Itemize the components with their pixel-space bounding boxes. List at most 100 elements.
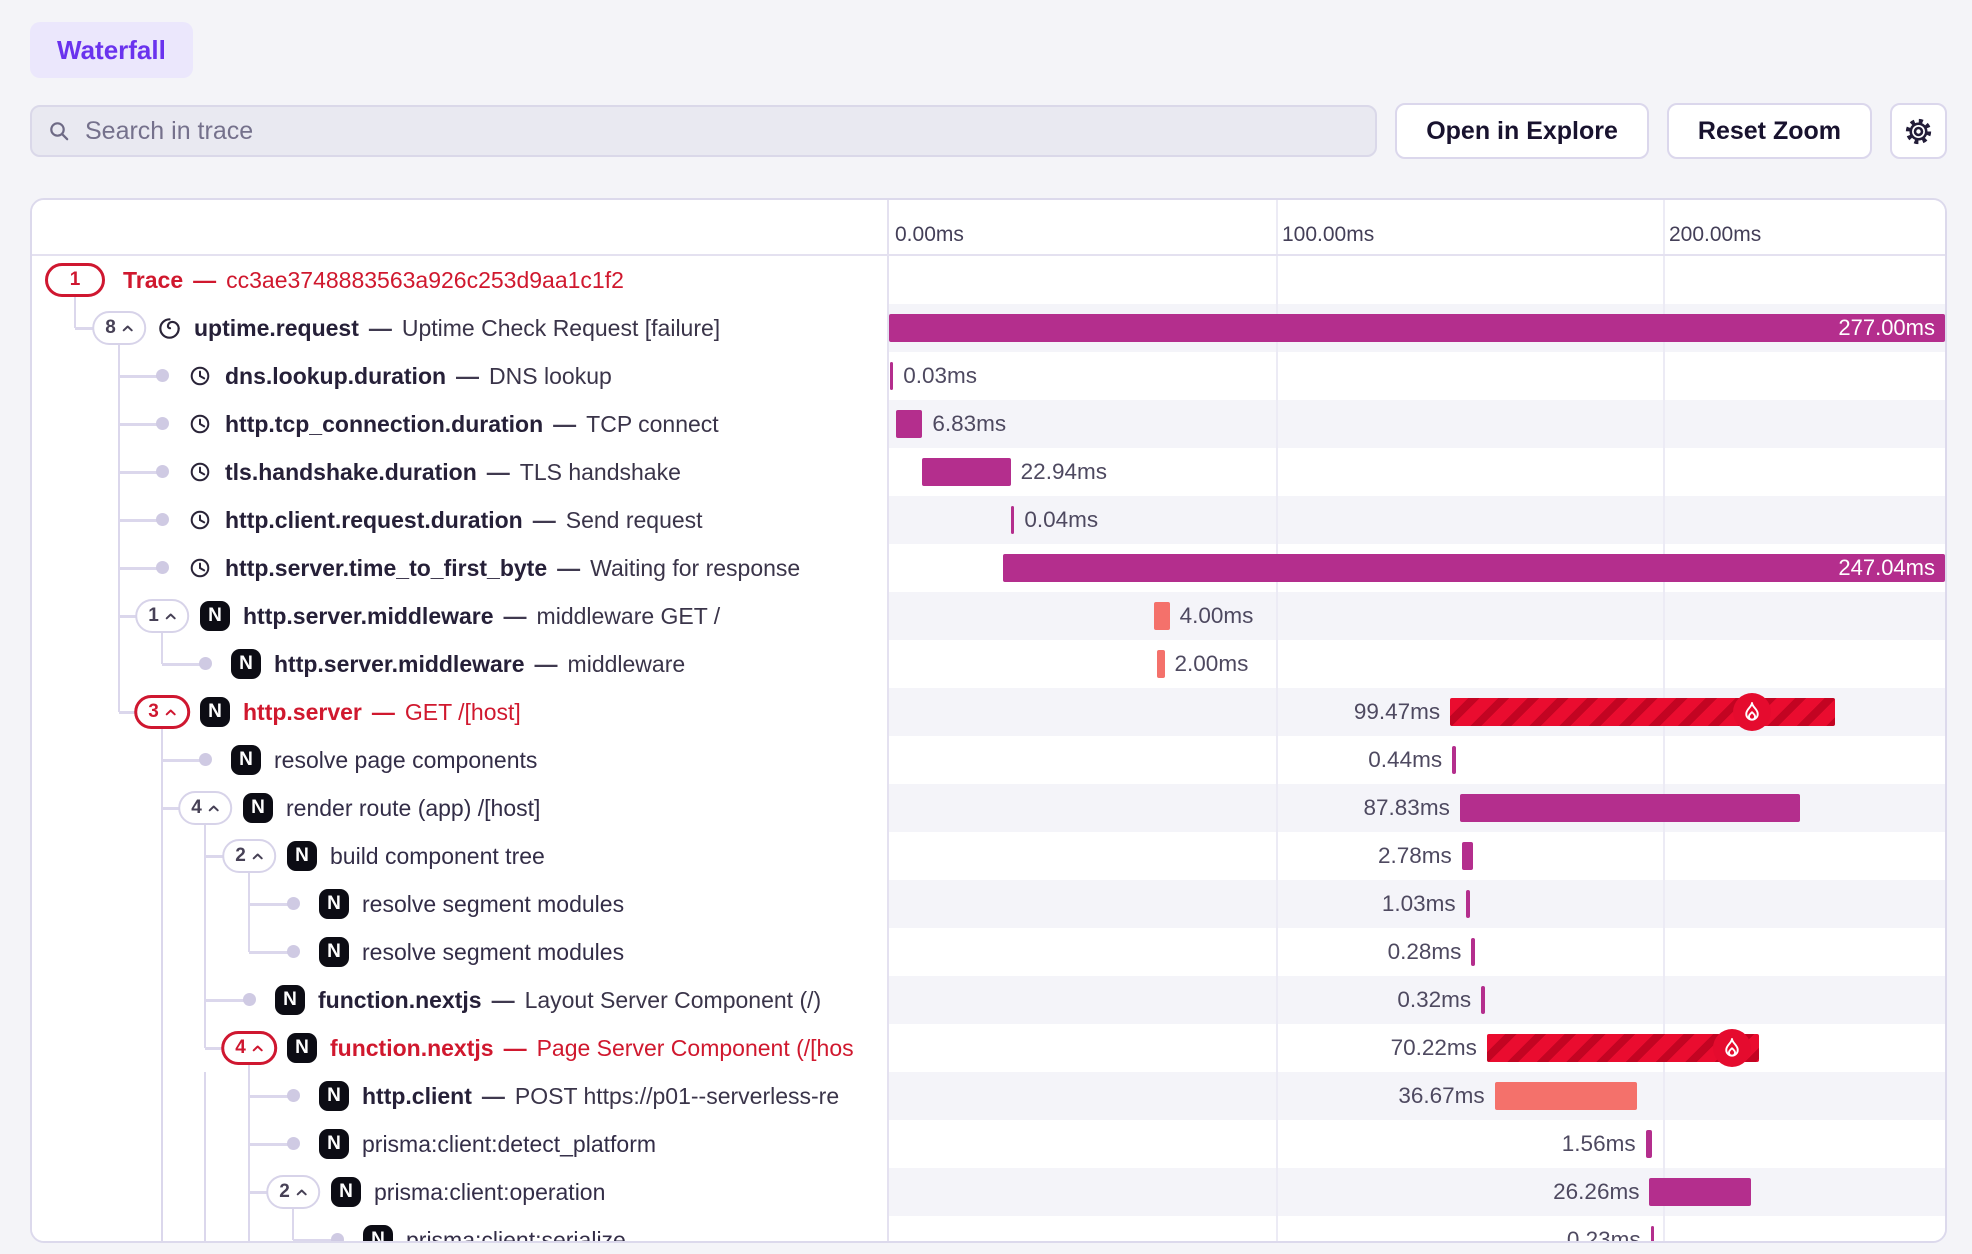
trace-row[interactable]: 1Nhttp.server.middleware—middleware GET …: [32, 592, 1945, 640]
span-description: Page Server Component (/[hos: [537, 1035, 854, 1062]
duration-label: 87.83ms: [1364, 784, 1450, 832]
trace-row[interactable]: 3Nhttp.server—GET /[host]99.47ms: [32, 688, 1945, 736]
duration-label: 4.00ms: [1180, 592, 1254, 640]
span-description: GET /[host]: [405, 699, 521, 726]
duration-bar[interactable]: [1450, 698, 1835, 726]
waterfall-cell: 99.47ms: [887, 688, 1945, 736]
trace-row[interactable]: http.tcp_connection.duration—TCP connect…: [32, 400, 1945, 448]
duration-bar[interactable]: [1649, 1178, 1751, 1206]
expand-pill[interactable]: 2: [266, 1175, 320, 1209]
span-title: resolve segment modules: [362, 928, 624, 976]
axis-gridline: [1663, 200, 1665, 254]
tree-cell: 2Nprisma:client:operation: [32, 1168, 887, 1216]
expand-pill[interactable]: 8: [92, 311, 146, 345]
expand-pill[interactable]: 1: [45, 263, 105, 297]
duration-bar[interactable]: [1495, 1082, 1637, 1110]
tree-guide: [204, 1120, 207, 1168]
search-input[interactable]: [83, 116, 1360, 147]
tree-guide: [74, 304, 77, 328]
sentry-icon: [157, 316, 182, 341]
reset-zoom-button[interactable]: Reset Zoom: [1667, 103, 1872, 159]
tree-guide: [248, 928, 251, 952]
open-in-explore-button[interactable]: Open in Explore: [1395, 103, 1649, 159]
toolbar: Open in Explore Reset Zoom: [30, 103, 1947, 159]
span-title: tls.handshake.duration—TLS handshake: [225, 448, 681, 496]
duration-bar[interactable]: [1011, 506, 1015, 534]
expand-pill-count: 4: [191, 797, 202, 819]
trace-row[interactable]: 2Nbuild component tree2.78ms: [32, 832, 1945, 880]
duration-label: 247.04ms: [1838, 554, 1935, 582]
trace-row[interactable]: 2Nprisma:client:operation26.26ms: [32, 1168, 1945, 1216]
search-icon: [47, 119, 71, 143]
duration-bar[interactable]: [890, 362, 894, 390]
duration-bar[interactable]: [1460, 794, 1800, 822]
trace-row[interactable]: http.server.time_to_first_byte—Waiting f…: [32, 544, 1945, 592]
duration-bar[interactable]: [1466, 890, 1470, 918]
span-op-name: http.server.middleware: [274, 651, 525, 678]
duration-bar[interactable]: [1452, 746, 1456, 774]
chevron-up-icon: [165, 709, 176, 716]
expand-pill[interactable]: 3: [134, 695, 190, 729]
axis-gridline: [1276, 200, 1278, 254]
tree-guide: [118, 640, 121, 688]
tree-cell: 3Nhttp.server—GET /[host]: [32, 688, 887, 736]
waterfall-cell: 1.56ms: [887, 1120, 1945, 1168]
waterfall-cell: 0.04ms: [887, 496, 1945, 544]
error-fire-icon: [1733, 693, 1771, 731]
expand-pill-count: 2: [279, 1181, 290, 1203]
duration-bar[interactable]: [1003, 554, 1945, 582]
trace-row[interactable]: Nfunction.nextjs—Layout Server Component…: [32, 976, 1945, 1024]
trace-row[interactable]: Nprisma:client:detect_platform1.56ms: [32, 1120, 1945, 1168]
duration-bar[interactable]: [1157, 650, 1165, 678]
tab-waterfall[interactable]: Waterfall: [30, 22, 193, 78]
settings-button[interactable]: [1890, 103, 1947, 159]
duration-bar[interactable]: [1462, 842, 1473, 870]
search-box[interactable]: [30, 105, 1377, 157]
grid-line: [1663, 832, 1665, 880]
duration-bar[interactable]: [1154, 602, 1169, 630]
expand-pill[interactable]: 4: [178, 791, 232, 825]
expand-pill[interactable]: 2: [222, 839, 276, 873]
chevron-up-icon: [252, 1045, 263, 1052]
trace-row[interactable]: 4Nfunction.nextjs—Page Server Component …: [32, 1024, 1945, 1072]
trace-row[interactable]: 1Trace—cc3ae3748883563a926c253d9aa1c1f2: [32, 256, 1945, 304]
tree-dot: [156, 417, 169, 430]
duration-bar[interactable]: [896, 410, 922, 438]
grid-line: [1663, 1120, 1665, 1168]
trace-row[interactable]: Nhttp.server.middleware—middleware2.00ms: [32, 640, 1945, 688]
duration-bar[interactable]: [889, 314, 1945, 342]
trace-row[interactable]: Nresolve segment modules0.28ms: [32, 928, 1945, 976]
trace-row[interactable]: Nprisma:client:serialize0.23ms: [32, 1216, 1945, 1243]
trace-row[interactable]: 4Nrender route (app) /[host]87.83ms: [32, 784, 1945, 832]
duration-bar[interactable]: [1481, 986, 1485, 1014]
trace-row[interactable]: Nresolve page components0.44ms: [32, 736, 1945, 784]
trace-row[interactable]: 8uptime.request—Uptime Check Request [fa…: [32, 304, 1945, 352]
expand-pill[interactable]: 1: [135, 599, 189, 633]
trace-row[interactable]: Nresolve segment modules1.03ms: [32, 880, 1945, 928]
waterfall-cell: 70.22ms: [887, 1024, 1945, 1072]
span-title: prisma:client:detect_platform: [362, 1120, 656, 1168]
grid-line: [1663, 1216, 1665, 1243]
duration-label: 6.83ms: [932, 400, 1006, 448]
grid-line: [1276, 1216, 1278, 1243]
grid-line: [1276, 1120, 1278, 1168]
duration-bar[interactable]: [922, 458, 1011, 486]
waterfall-cell: 22.94ms: [887, 448, 1945, 496]
nextjs-icon: N: [200, 697, 230, 727]
tree-cell: Nresolve page components: [32, 736, 887, 784]
separator-dash: —: [372, 699, 395, 726]
trace-row[interactable]: tls.handshake.duration—TLS handshake 22.9…: [32, 448, 1945, 496]
tree-dot: [199, 753, 212, 766]
grid-line: [1663, 256, 1665, 304]
duration-bar[interactable]: [1646, 1130, 1652, 1158]
grid-line: [1663, 496, 1665, 544]
expand-pill[interactable]: 4: [221, 1031, 277, 1065]
waterfall-cell: 1.03ms: [887, 880, 1945, 928]
waterfall-cell: 2.78ms: [887, 832, 1945, 880]
duration-bar[interactable]: [1471, 938, 1475, 966]
trace-row[interactable]: dns.lookup.duration—DNS lookup0.03ms: [32, 352, 1945, 400]
trace-row[interactable]: Nhttp.client—POST https://p01--serverles…: [32, 1072, 1945, 1120]
duration-bar[interactable]: [1651, 1226, 1655, 1243]
trace-row[interactable]: http.client.request.duration—Send reques…: [32, 496, 1945, 544]
tree-cell: http.server.time_to_first_byte—Waiting f…: [32, 544, 887, 592]
